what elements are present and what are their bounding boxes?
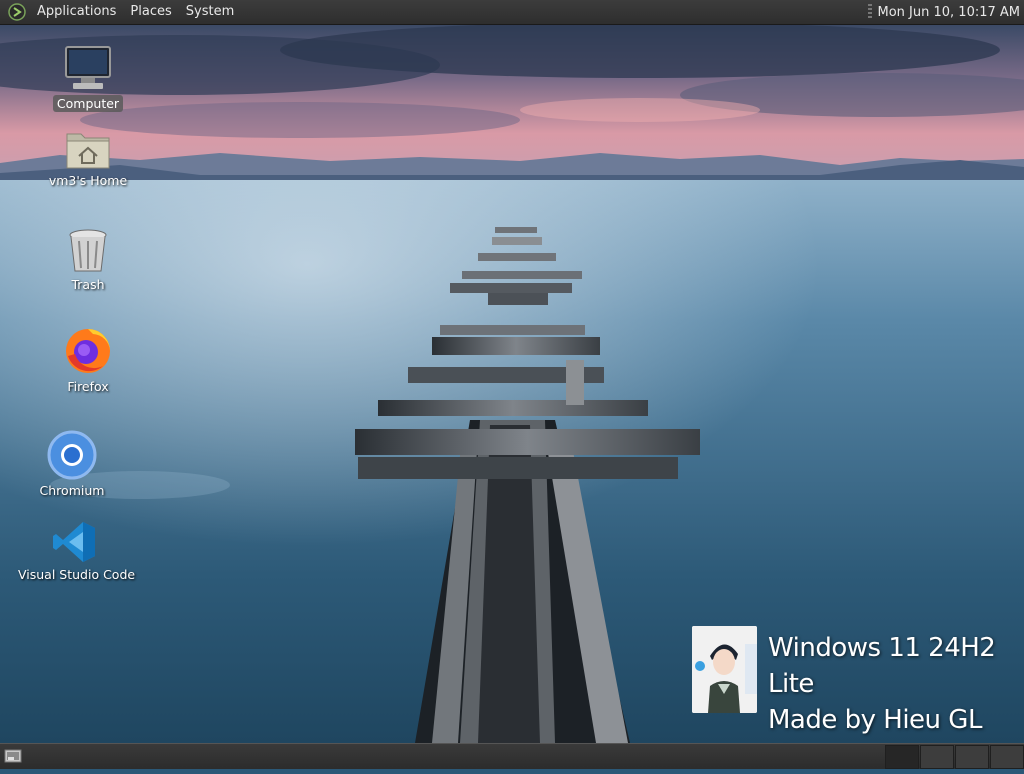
desktop-icon-computer[interactable]: Computer (28, 45, 148, 112)
trash-icon (69, 229, 107, 272)
chromium-icon (47, 430, 97, 480)
workspace-switcher (884, 745, 1024, 769)
menu-system[interactable]: System (179, 0, 241, 24)
computer-icon (65, 46, 111, 89)
panel-handle[interactable] (867, 4, 872, 20)
menu-applications[interactable]: Applications (30, 0, 123, 24)
vscode-icon (53, 522, 95, 562)
desktop-icon-label: Trash (71, 277, 105, 292)
show-desktop-icon[interactable] (4, 748, 22, 764)
home-folder-icon (66, 133, 110, 169)
desktop-icon-chromium[interactable]: Chromium (12, 430, 132, 499)
firefox-icon (66, 329, 110, 373)
desktop-icon-label: Firefox (67, 379, 109, 394)
desktop-icon-label: vm3's Home (48, 173, 128, 188)
bottom-panel (0, 743, 1024, 769)
menu-places[interactable]: Places (123, 0, 178, 24)
workspace-2[interactable] (920, 745, 954, 769)
workspace-1[interactable] (885, 745, 919, 769)
watermark-line-1: Windows 11 24H2 Lite (768, 633, 996, 699)
top-panel: Applications Places System Mon Jun 10, 1… (0, 0, 1024, 25)
desktop-icon-label: Chromium (39, 483, 105, 498)
desktop-icon-label: Visual Studio Code (18, 567, 136, 582)
mate-logo-icon[interactable] (8, 3, 26, 21)
desktop-icon-firefox[interactable]: Firefox (28, 326, 148, 395)
workspace-4[interactable] (990, 745, 1024, 769)
desktop-icon-label: Computer (52, 95, 124, 112)
clock[interactable]: Mon Jun 10, 10:17 AM (878, 5, 1021, 20)
desktop-icon-home[interactable]: vm3's Home (28, 128, 148, 189)
watermark-avatar (692, 626, 757, 713)
anime-avatar-icon (692, 626, 757, 713)
workspace-3[interactable] (955, 745, 989, 769)
desktop-icon-vscode[interactable]: Visual Studio Code (14, 520, 135, 583)
desktop-icon-trash[interactable]: Trash (28, 228, 148, 293)
